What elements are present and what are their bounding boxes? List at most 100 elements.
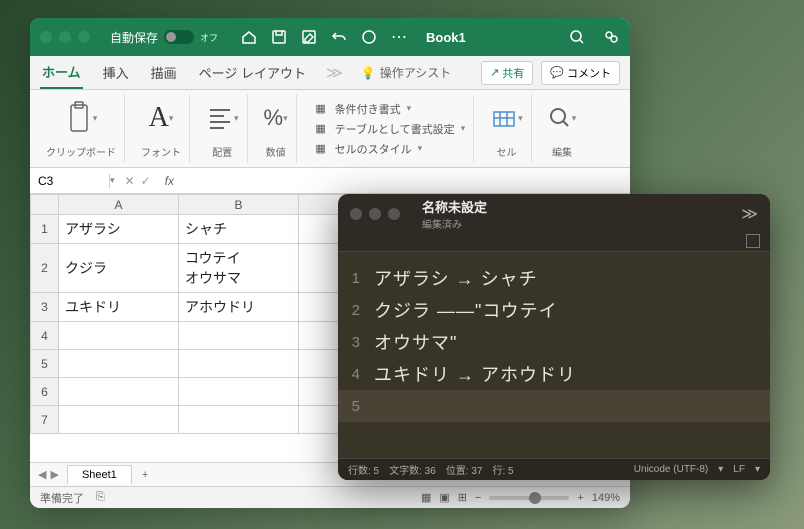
more-icon[interactable]: ⋯ (390, 28, 408, 46)
line-2[interactable]: クジラ ――"コウテイ (374, 297, 558, 323)
titlebar-icons: ⋯ (240, 28, 408, 46)
expand-icon[interactable]: ≫ (741, 204, 758, 224)
cancel-icon[interactable]: ✕ (125, 174, 135, 188)
next-sheet-icon[interactable]: ▶ (50, 468, 58, 481)
enc-dropdown-icon[interactable]: ▾ (718, 464, 723, 475)
group-font[interactable]: A▾ フォント (133, 94, 190, 163)
cell-A3[interactable]: ユキドリ (59, 293, 179, 322)
row-4[interactable]: 4 (31, 322, 59, 350)
editor-tabbar (338, 234, 770, 252)
status-encoding[interactable]: Unicode (UTF-8) (634, 464, 708, 475)
sidebar-icon[interactable] (746, 234, 760, 248)
redo-icon[interactable] (360, 28, 378, 46)
cell-A1[interactable]: アザラシ (59, 215, 179, 244)
row-5[interactable]: 5 (31, 350, 59, 378)
le-dropdown-icon[interactable]: ▾ (755, 464, 760, 475)
row-7[interactable]: 7 (31, 406, 59, 434)
tab-draw[interactable]: 描画 (149, 57, 179, 88)
line-num-5: 5 (338, 398, 374, 415)
view-layout-icon[interactable]: ▣ (439, 491, 449, 504)
cell-styles[interactable]: ▦セルのスタイル▾ (313, 141, 466, 157)
status-rows: 行数: 5 (348, 462, 379, 477)
editor-title: 名称未設定 (422, 197, 487, 216)
line-num-2: 2 (338, 302, 374, 319)
col-A[interactable]: A (59, 195, 179, 215)
close-dot[interactable] (40, 31, 52, 43)
group-align[interactable]: ▾ 配置 (198, 94, 248, 163)
col-B[interactable]: B (179, 195, 299, 215)
line-4[interactable]: ユキドリ → アホウドリ (374, 361, 576, 387)
max-dot[interactable] (78, 31, 90, 43)
row-1[interactable]: 1 (31, 215, 59, 244)
table-format[interactable]: ▦テーブルとして書式設定▾ (313, 121, 466, 137)
line-1[interactable]: アザラシ → シャチ (374, 265, 538, 291)
cell-B1[interactable]: シャチ (179, 215, 299, 244)
share-button[interactable]: ↗ 共有 (481, 61, 533, 85)
add-sheet-button[interactable]: + (132, 469, 158, 481)
share-icon[interactable] (602, 28, 620, 46)
zoom-slider[interactable] (489, 496, 569, 500)
book-title: Book1 (426, 30, 466, 45)
ed-min[interactable] (369, 208, 381, 220)
line-num-3: 3 (338, 334, 374, 351)
line-3[interactable]: オウサマ" (374, 329, 457, 355)
zoom-level[interactable]: 149% (592, 492, 620, 504)
tab-overflow[interactable]: ≫ (326, 63, 343, 83)
cell-A2[interactable]: クジラ (59, 244, 179, 293)
bulb-icon: 💡 (361, 66, 376, 80)
confirm-icon[interactable]: ✓ (141, 174, 151, 188)
ribbon: ▾ クリップボード A▾ フォント ▾ 配置 %▾ 数値 ▦条件付き書式▾ ▦テ… (30, 90, 630, 168)
group-cells[interactable]: ▾ セル (482, 94, 532, 163)
group-styles: ▦条件付き書式▾ ▦テーブルとして書式設定▾ ▦セルのスタイル▾ (305, 95, 475, 163)
traffic-lights[interactable] (40, 31, 90, 43)
undo-icon[interactable] (330, 28, 348, 46)
editor-body[interactable]: 1アザラシ → シャチ 2クジラ ――"コウテイ 3オウサマ" 4ユキドリ → … (338, 252, 770, 458)
cell-B2[interactable]: コウテイオウサマ (179, 244, 299, 293)
zoom-out[interactable]: − (475, 492, 481, 504)
autosave-label: 自動保存 (110, 29, 158, 46)
cell-B3[interactable]: アホウドリ (179, 293, 299, 322)
formula-bar: C3 ▾ ✕ ✓ fx (30, 168, 630, 194)
row-6[interactable]: 6 (31, 378, 59, 406)
edit-icon[interactable] (300, 28, 318, 46)
ed-close[interactable] (350, 208, 362, 220)
group-edit[interactable]: ▾ 編集 (540, 94, 585, 163)
status-ready: 準備完了 (40, 490, 84, 506)
tab-insert[interactable]: 挿入 (101, 57, 131, 88)
autosave-state: オフ (200, 31, 218, 44)
line-num-1: 1 (338, 270, 374, 287)
editor-subtitle: 編集済み (422, 216, 487, 231)
status-line: 行: 5 (493, 462, 514, 477)
tell-me[interactable]: 💡 操作アシスト (361, 64, 451, 81)
view-normal-icon[interactable]: ▦ (421, 491, 431, 504)
fx-label[interactable]: fx (165, 174, 174, 188)
group-clipboard[interactable]: ▾ クリップボード (38, 94, 125, 163)
row-2[interactable]: 2 (31, 244, 59, 293)
cond-format[interactable]: ▦条件付き書式▾ (313, 101, 466, 117)
ribbon-tabs: ホーム 挿入 描画 ページ レイアウト ≫ 💡 操作アシスト ↗ 共有 💬 コメ… (30, 56, 630, 90)
save-icon[interactable] (270, 28, 288, 46)
line-num-4: 4 (338, 366, 374, 383)
editor-titlebar: 名称未設定 編集済み ≫ (338, 194, 770, 234)
editor-traffic-lights[interactable] (350, 208, 400, 220)
text-editor-window: 名称未設定 編集済み ≫ 1アザラシ → シャチ 2クジラ ――"コウテイ 3オ… (338, 194, 770, 480)
accessibility-icon[interactable]: ⎘ (96, 491, 105, 504)
status-le[interactable]: LF (733, 464, 745, 475)
ed-max[interactable] (388, 208, 400, 220)
autosave-toggle[interactable] (164, 30, 194, 44)
home-icon[interactable] (240, 28, 258, 46)
search-icon[interactable] (568, 28, 586, 46)
min-dot[interactable] (59, 31, 71, 43)
name-box[interactable]: C3 (30, 174, 110, 188)
editor-status: 行数: 5 文字数: 36 位置: 37 行: 5 Unicode (UTF-8… (338, 458, 770, 480)
comment-button[interactable]: 💬 コメント (541, 61, 620, 85)
status-chars: 文字数: 36 (389, 462, 436, 477)
group-number[interactable]: %▾ 数値 (256, 94, 297, 163)
tab-home[interactable]: ホーム (40, 56, 83, 89)
zoom-in[interactable]: + (577, 492, 583, 504)
row-3[interactable]: 3 (31, 293, 59, 322)
tab-layout[interactable]: ページ レイアウト (197, 57, 308, 88)
sheet-tab-1[interactable]: Sheet1 (67, 465, 132, 484)
view-break-icon[interactable]: ⊞ (458, 491, 467, 504)
prev-sheet-icon[interactable]: ◀ (38, 468, 46, 481)
